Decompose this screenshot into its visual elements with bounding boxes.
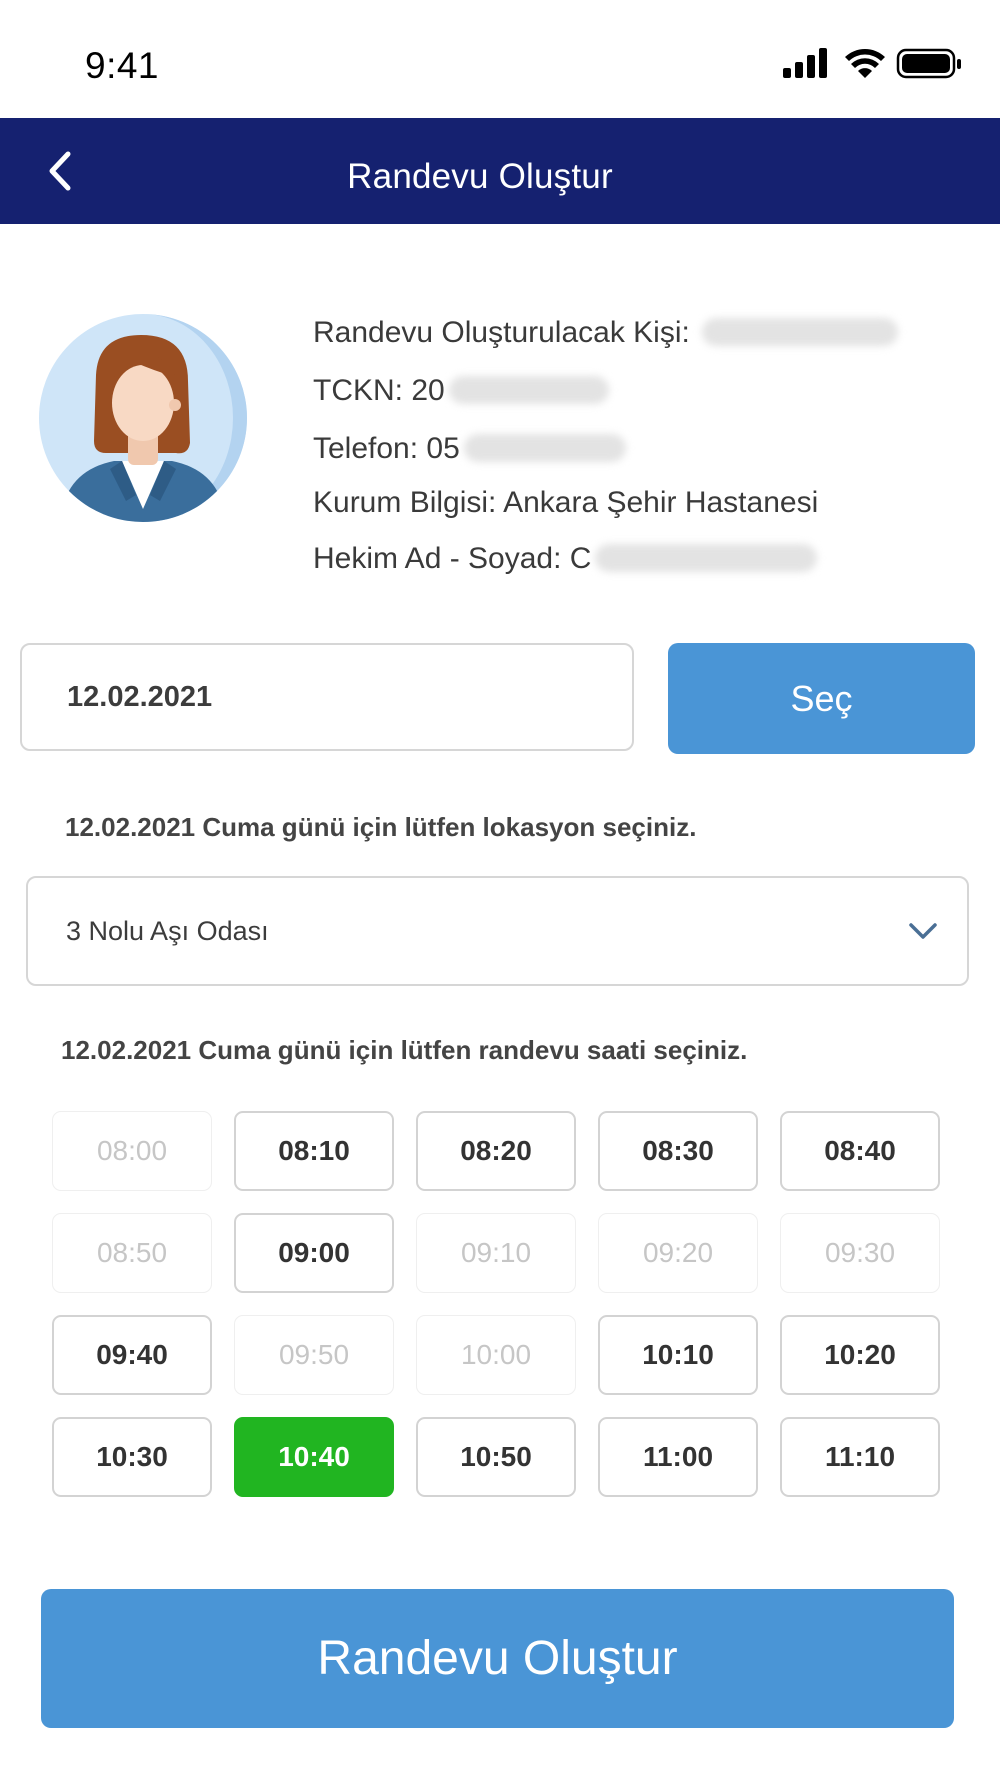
time-slot-0900[interactable]: 09:00: [234, 1213, 394, 1293]
time-slot-0820[interactable]: 08:20: [416, 1111, 576, 1191]
tckn-label: TCKN:: [313, 374, 412, 407]
time-slot-1010[interactable]: 10:10: [598, 1315, 758, 1395]
app-header: Randevu Oluştur: [0, 118, 1000, 224]
phone-label: Telefon:: [313, 432, 427, 465]
status-time: 9:41: [85, 45, 160, 86]
location-dropdown[interactable]: 3 Nolu Aşı Odası: [26, 876, 969, 986]
time-slot-0830[interactable]: 08:30: [598, 1111, 758, 1191]
time-slot-1050[interactable]: 10:50: [416, 1417, 576, 1497]
status-bar: 9:41: [0, 0, 1000, 118]
time-slot-1040[interactable]: 10:40: [234, 1417, 394, 1497]
time-prompt: 12.02.2021 Cuma günü için lütfen randevu…: [61, 1035, 748, 1065]
cellular-signal-icon: [783, 48, 827, 78]
time-slot-1110[interactable]: 11:10: [780, 1417, 940, 1497]
time-slot-1020[interactable]: 10:20: [780, 1315, 940, 1395]
time-slot-0810[interactable]: 08:10: [234, 1111, 394, 1191]
redacted-value: [702, 318, 899, 346]
date-input[interactable]: [20, 643, 634, 751]
create-appointment-button[interactable]: Randevu Oluştur: [41, 1589, 954, 1728]
info-row-tckn: TCKN: 20: [313, 374, 609, 408]
wifi-icon: [845, 49, 885, 78]
time-slot-0910: 09:10: [416, 1213, 576, 1293]
tckn-value: 20: [411, 374, 445, 407]
redacted-value: [595, 544, 818, 572]
redacted-value: [448, 376, 609, 404]
time-slot-0800: 08:00: [52, 1111, 212, 1191]
time-slot-0930: 09:30: [780, 1213, 940, 1293]
time-slot-0950: 09:50: [234, 1315, 394, 1395]
info-row-person: Randevu Oluşturulacak Kişi:: [313, 316, 899, 350]
app-screen: 9:41 Randevu Oluştur Randevu Oluşturulac…: [0, 0, 1000, 1778]
location-selected: 3 Nolu Aşı Odası: [66, 916, 269, 946]
time-slot-1030[interactable]: 10:30: [52, 1417, 212, 1497]
time-slot-0840[interactable]: 08:40: [780, 1111, 940, 1191]
battery-icon: [896, 48, 961, 79]
redacted-value: [463, 434, 626, 462]
time-slot-0920: 09:20: [598, 1213, 758, 1293]
time-slot-0850: 08:50: [52, 1213, 212, 1293]
person-label: Randevu Oluşturulacak Kişi:: [313, 316, 699, 349]
info-row-phone: Telefon: 05: [313, 432, 626, 466]
page-title: Randevu Oluştur: [347, 157, 613, 196]
select-date-button[interactable]: Seç: [668, 643, 975, 754]
time-slot-1000: 10:00: [416, 1315, 576, 1395]
doctor-value: C: [569, 542, 592, 575]
location-prompt: 12.02.2021 Cuma günü için lütfen lokasyo…: [65, 812, 697, 842]
info-row-doctor: Hekim Ad - Soyad: C: [313, 542, 818, 576]
time-slot-0940[interactable]: 09:40: [52, 1315, 212, 1395]
time-slot-grid: 08:00 08:10 08:20 08:30 08:40 08:50 09:00 09:10…: [52, 1111, 944, 1501]
doctor-label: Hekim Ad - Soyad:: [313, 542, 570, 575]
female-user-avatar-icon: [39, 314, 247, 522]
status-icons: [783, 48, 961, 79]
phone-value: 05: [426, 432, 460, 465]
info-row-institution: Kurum Bilgisi: Ankara Şehir Hastanesi: [313, 486, 818, 520]
institution-value: Ankara Şehir Hastanesi: [503, 486, 819, 519]
institution-label: Kurum Bilgisi:: [313, 486, 504, 519]
chevron-down-icon: [909, 923, 937, 939]
phone-frame: 9:41 Randevu Oluştur Randevu Oluşturulac…: [0, 0, 1000, 1778]
time-slot-1100[interactable]: 11:00: [598, 1417, 758, 1497]
